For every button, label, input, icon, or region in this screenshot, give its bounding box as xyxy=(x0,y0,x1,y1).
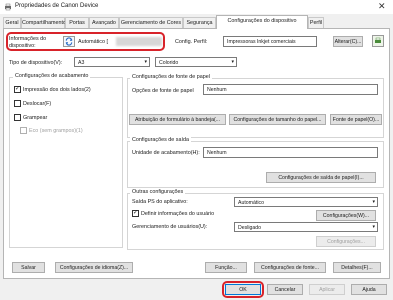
help-button[interactable]: Ajuda xyxy=(351,284,387,295)
staple-label: Grampear xyxy=(23,115,48,121)
offset-label: Deslocar(F) xyxy=(23,101,52,107)
ps-output-value: Automático xyxy=(238,200,264,206)
tab-sharing[interactable]: Compartilhamento xyxy=(21,17,66,28)
chevron-down-icon: ▾ xyxy=(231,59,234,65)
user-info-label: Definir informações do usuário xyxy=(141,211,215,217)
source-settings-button[interactable]: Configurações de fonte... xyxy=(254,262,326,273)
device-size-select[interactable]: A3 ▾ xyxy=(74,57,150,67)
profile-field[interactable]: Impressoras Inkjet comerciais xyxy=(223,36,317,47)
tab-security[interactable]: Segurança xyxy=(183,17,216,28)
cancel-button[interactable]: Cancelar xyxy=(267,284,303,295)
change-profile-button[interactable]: Alterar(C)... xyxy=(333,36,363,47)
tab-advanced[interactable]: Avançado xyxy=(89,17,119,28)
apply-button: Aplicar xyxy=(309,284,345,295)
user-management-value: Desligado xyxy=(238,225,262,231)
eco-label: Eco (sem grampos)(1) xyxy=(29,128,83,134)
paper-output-settings-button[interactable]: Configurações de saída de papel(I)... xyxy=(266,172,376,183)
tab-ports[interactable]: Portas xyxy=(65,17,89,28)
chevron-down-icon: ▾ xyxy=(372,199,375,205)
user-info-settings-button[interactable]: Configurações(W)... xyxy=(316,210,376,221)
eco-checkbox xyxy=(20,127,27,134)
profile-label: Config. Perfil: xyxy=(175,39,208,45)
duplex-label: Impressão dos dois lados(2) xyxy=(23,87,91,93)
tab-device-settings[interactable]: Configurações do dispositivo xyxy=(216,15,308,29)
output-title: Configurações de saída xyxy=(130,137,191,143)
device-type-label: Tipo de dispositivo(V): xyxy=(9,60,63,66)
device-size-value: A3 xyxy=(78,60,85,66)
profile-status-button[interactable] xyxy=(372,35,384,47)
finishing-unit-field[interactable]: Nenhum xyxy=(203,147,378,158)
save-button[interactable]: Salvar xyxy=(12,262,45,273)
close-icon[interactable]: ✕ xyxy=(378,1,386,12)
title-bar: Propriedades de Canon Device ✕ xyxy=(0,0,393,14)
paper-source-option-label: Opções de fonte de papel xyxy=(132,88,194,94)
ok-button[interactable]: OK xyxy=(225,284,261,295)
user-management-settings-button: Configurações... xyxy=(316,236,376,247)
paper-source-option-field[interactable]: Nenhum xyxy=(203,84,378,95)
language-settings-button[interactable]: Configurações de idioma(Z)... xyxy=(55,262,133,273)
device-color-value: Colorido xyxy=(159,60,179,66)
form-to-tray-button[interactable]: Atribuição de formulário à bandeja(... xyxy=(129,114,226,125)
finishing-title: Configurações de acabamento xyxy=(13,73,91,79)
details-button[interactable]: Detalhes(F)... xyxy=(333,262,381,273)
finishing-unit-label: Unidade de acabamento(H): xyxy=(132,150,200,156)
device-info-highlight xyxy=(6,32,165,51)
printer-icon xyxy=(5,3,11,11)
tab-color-management[interactable]: Gerenciamento de Cores xyxy=(119,17,183,28)
offset-checkbox[interactable] xyxy=(14,100,21,107)
paper-size-settings-button[interactable]: Configurações de tamanho do papel... xyxy=(229,114,326,125)
user-management-label: Gerenciamento de usuários(U): xyxy=(132,224,208,230)
tab-profile[interactable]: Perfil xyxy=(308,17,324,28)
user-management-select[interactable]: Desligado ▾ xyxy=(234,222,378,232)
device-color-select[interactable]: Colorido ▾ xyxy=(155,57,237,67)
duplex-checkbox[interactable]: ✓ xyxy=(14,86,21,93)
printer-check-icon xyxy=(375,37,381,43)
paper-source-title: Configurações de fonte de papel xyxy=(130,74,212,80)
other-settings-title: Outras configurações xyxy=(130,189,186,195)
staple-checkbox[interactable] xyxy=(14,114,21,121)
chevron-down-icon: ▾ xyxy=(144,59,147,65)
tab-general[interactable]: Geral xyxy=(3,17,21,28)
window-title: Propriedades de Canon Device xyxy=(15,3,99,9)
user-info-checkbox[interactable]: ✓ xyxy=(132,210,139,217)
paper-source-button[interactable]: Fonte de papel(O)... xyxy=(330,114,382,125)
ps-output-label: Saída PS do aplicativo: xyxy=(132,199,188,205)
function-button[interactable]: Função... xyxy=(205,262,247,273)
chevron-down-icon: ▾ xyxy=(372,224,375,230)
ps-output-select[interactable]: Automático ▾ xyxy=(234,197,378,207)
